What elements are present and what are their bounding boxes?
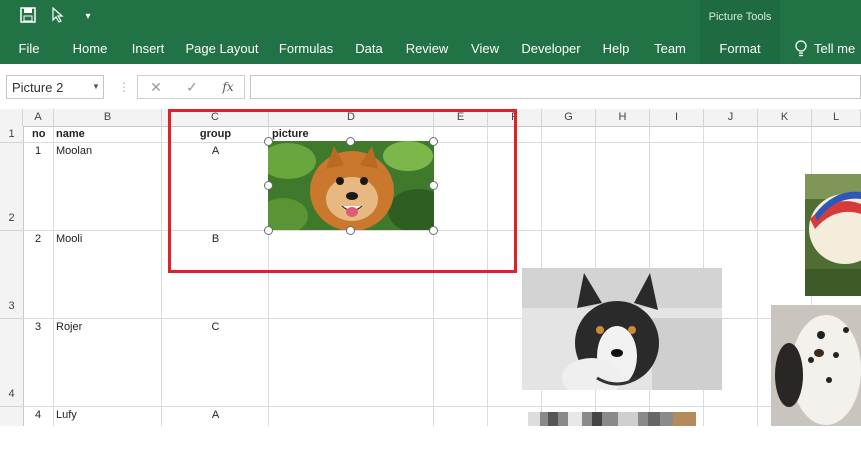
more-options-icon: ⋮ bbox=[118, 80, 130, 94]
cell-a2[interactable]: 1 bbox=[35, 145, 41, 157]
column-header-k[interactable]: K bbox=[758, 109, 812, 126]
tab-developer[interactable]: Developer bbox=[518, 34, 584, 64]
enter-icon[interactable]: ✓ bbox=[178, 75, 206, 99]
select-all-corner[interactable] bbox=[0, 109, 23, 126]
tab-review[interactable]: Review bbox=[402, 34, 452, 64]
lightbulb-icon[interactable] bbox=[790, 34, 812, 64]
column-header-h[interactable]: H bbox=[596, 109, 650, 126]
save-icon[interactable] bbox=[18, 7, 38, 27]
customize-qat-icon[interactable]: ▾ bbox=[78, 7, 98, 27]
row-header-4[interactable]: 4 bbox=[0, 319, 23, 407]
gridline bbox=[161, 126, 162, 426]
cell-c5[interactable]: A bbox=[162, 409, 269, 421]
cell-b4[interactable]: Rojer bbox=[56, 321, 82, 333]
gridline bbox=[23, 406, 861, 407]
tab-help[interactable]: Help bbox=[598, 34, 634, 64]
tab-format[interactable]: Format bbox=[700, 34, 780, 64]
cell-b2[interactable]: Moolan bbox=[56, 145, 92, 157]
cell-c4[interactable]: C bbox=[162, 321, 269, 333]
tab-view[interactable]: View bbox=[466, 34, 504, 64]
gridline bbox=[23, 318, 861, 319]
formula-input[interactable] bbox=[250, 75, 861, 99]
cell-b5[interactable]: Lufy bbox=[56, 409, 77, 421]
highlight-box bbox=[168, 109, 517, 273]
cell-b1[interactable]: name bbox=[56, 128, 85, 140]
column-header-b[interactable]: B bbox=[54, 109, 162, 126]
gridline bbox=[757, 126, 758, 426]
cell-a1[interactable]: no bbox=[32, 128, 45, 140]
column-header-l[interactable]: L bbox=[812, 109, 861, 126]
cell-a5[interactable]: 4 bbox=[35, 409, 41, 421]
row-header-3[interactable]: 3 bbox=[0, 231, 23, 319]
column-header-i[interactable]: I bbox=[650, 109, 704, 126]
cursor-icon[interactable] bbox=[48, 6, 68, 27]
insert-function-icon[interactable]: fx bbox=[214, 75, 242, 99]
tell-me-search[interactable]: Tell me bbox=[814, 34, 861, 64]
cancel-icon[interactable]: ✕ bbox=[142, 75, 170, 99]
tab-page-layout[interactable]: Page Layout bbox=[184, 34, 260, 64]
tab-formulas[interactable]: Formulas bbox=[276, 34, 336, 64]
column-header-a[interactable]: A bbox=[23, 109, 54, 126]
tab-data[interactable]: Data bbox=[350, 34, 388, 64]
dalmatian-photo[interactable] bbox=[771, 305, 861, 426]
cell-b3[interactable]: Mooli bbox=[56, 233, 82, 245]
column-header-g[interactable]: G bbox=[542, 109, 596, 126]
cell-a4[interactable]: 3 bbox=[35, 321, 41, 333]
cell-a3[interactable]: 2 bbox=[35, 233, 41, 245]
column-header-j[interactable]: J bbox=[704, 109, 758, 126]
picture-tools-label: Picture Tools bbox=[700, 0, 780, 34]
tab-insert[interactable]: Insert bbox=[126, 34, 170, 64]
tab-home[interactable]: Home bbox=[66, 34, 114, 64]
row-header-1[interactable]: 1 bbox=[0, 126, 23, 143]
husky-photo[interactable] bbox=[522, 268, 722, 390]
partial-photo[interactable] bbox=[528, 412, 696, 426]
tab-file[interactable]: File bbox=[10, 34, 48, 64]
row-header-2[interactable]: 2 bbox=[0, 143, 23, 231]
chevron-down-icon[interactable]: ▼ bbox=[90, 75, 102, 99]
gridline bbox=[53, 126, 54, 426]
tab-team[interactable]: Team bbox=[648, 34, 692, 64]
white-dog-photo[interactable] bbox=[805, 174, 861, 296]
